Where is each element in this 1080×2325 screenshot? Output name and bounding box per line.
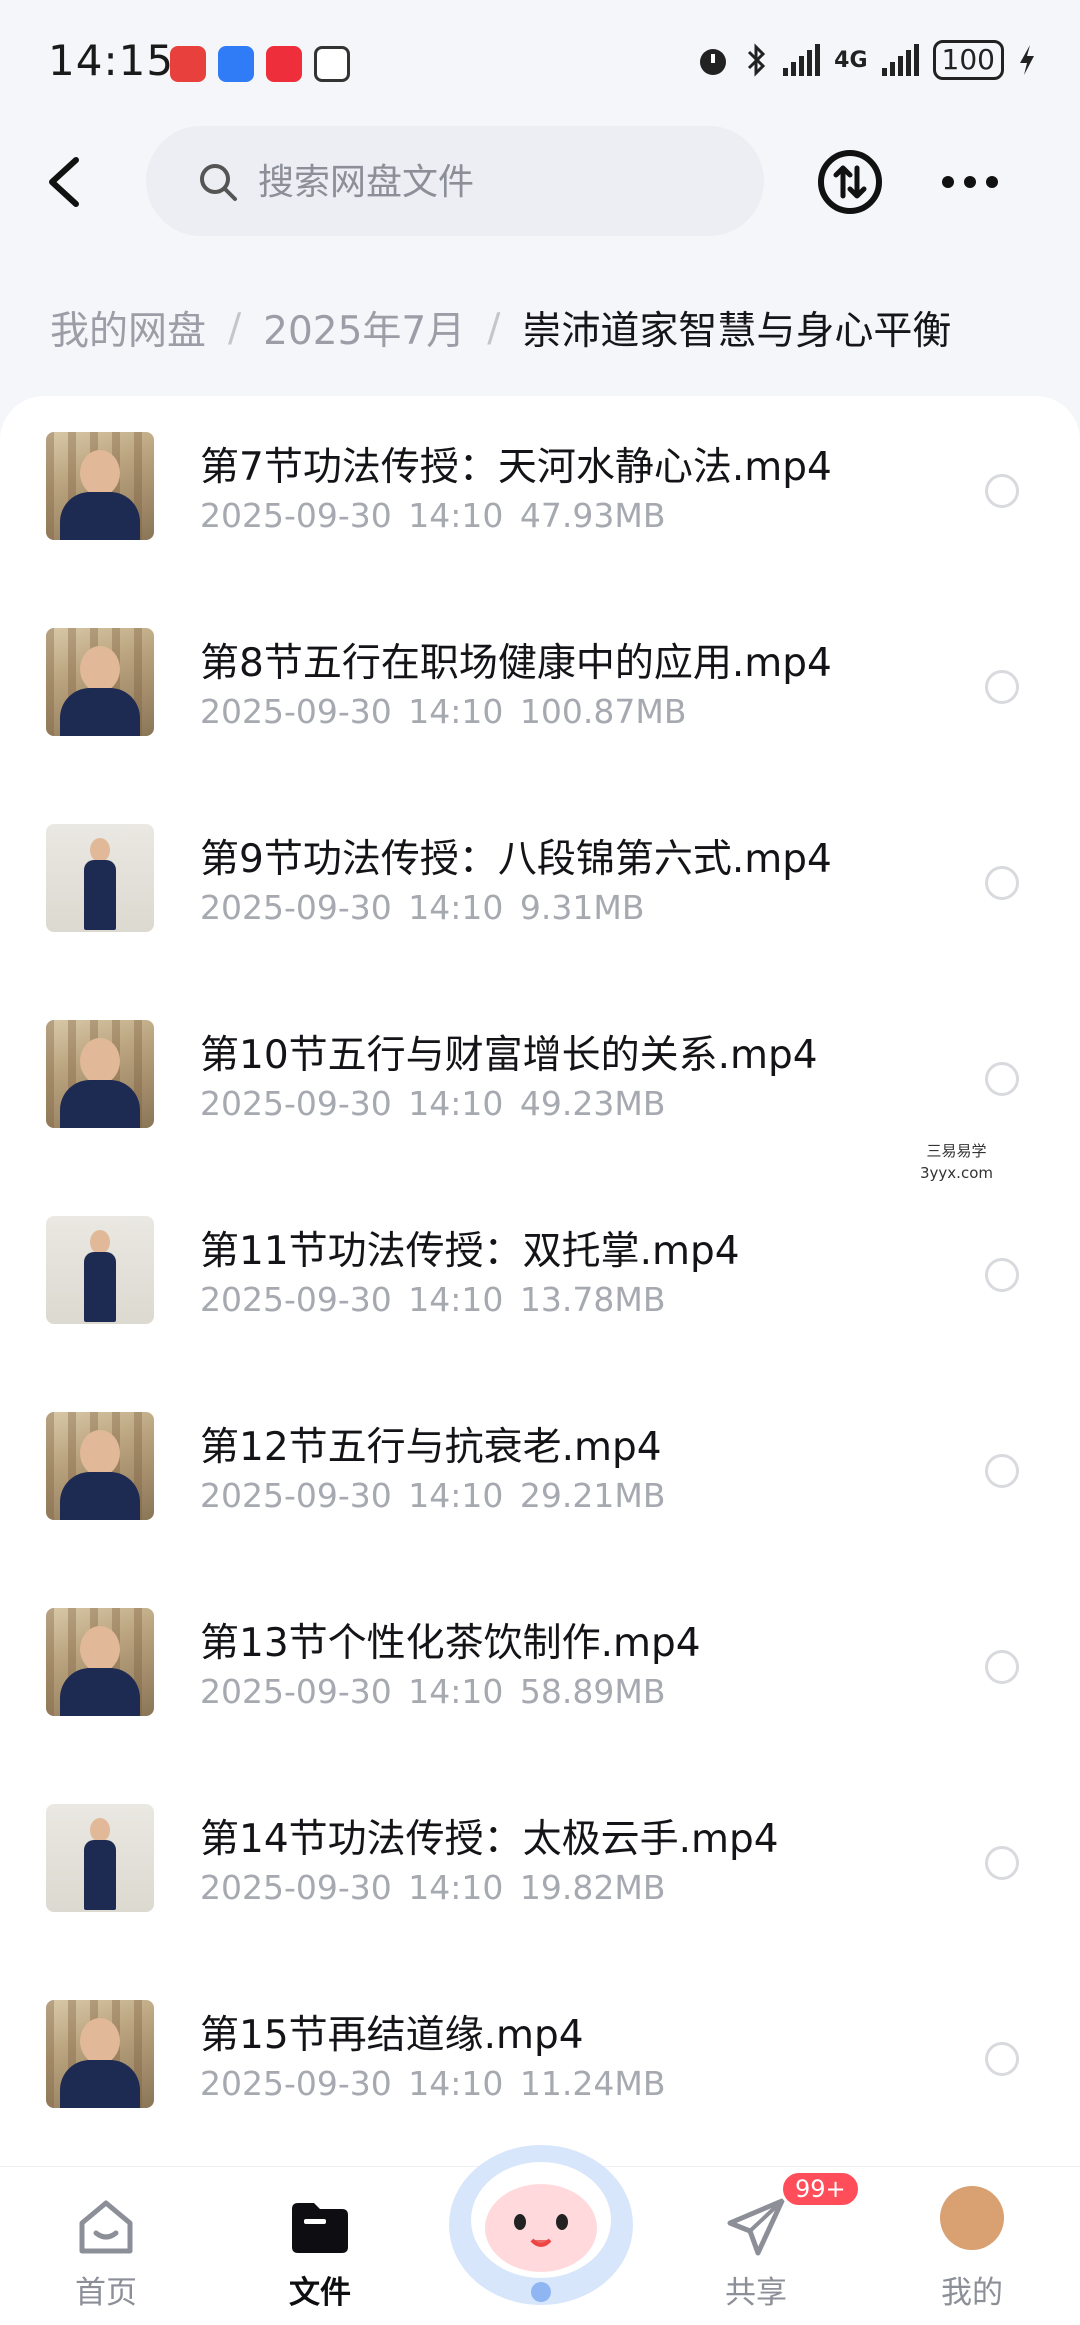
video-thumbnail [46,432,154,540]
video-thumbnail [46,1020,154,1128]
video-thumbnail [46,1412,154,1520]
search-input[interactable] [256,126,740,238]
file-meta: 2025-09-30 14:10 47.93MB [200,496,666,535]
file-meta: 2025-09-30 14:10 11.24MB [200,2064,666,2103]
charging-icon [1020,45,1034,75]
file-meta: 2025-09-30 14:10 49.23MB [200,1084,666,1123]
send-icon [727,2198,785,2256]
video-thumbnail [46,1216,154,1324]
avatar[interactable] [940,2186,1004,2250]
top-bar [0,120,1080,250]
network-type: 4G [834,47,868,73]
home-icon [79,2200,133,2254]
select-checkbox[interactable] [985,2042,1019,2076]
app-notification-icon [218,46,254,82]
file-row[interactable]: 第8节五行在职场健康中的应用.mp4 2025-09-30 14:10 100.… [0,592,1080,788]
file-meta: 2025-09-30 14:10 13.78MB [200,1280,666,1319]
select-checkbox[interactable] [985,1846,1019,1880]
file-name: 第12节五行与抗衰老.mp4 [200,1425,662,1470]
file-name: 第14节功法传授：太极云手.mp4 [200,1817,779,1862]
file-name: 第15节再结道缘.mp4 [200,2013,584,2058]
tab-home-label: 首页 [75,2275,137,2311]
file-meta: 2025-09-30 14:10 9.31MB [200,888,645,927]
alarm-icon [700,49,727,75]
select-checkbox[interactable] [985,670,1019,704]
status-time: 14:15 [48,36,175,85]
folder-icon [292,2203,348,2253]
search-bar[interactable] [146,126,764,238]
video-thumbnail [46,628,154,736]
app-notification-icon [266,46,302,82]
file-meta: 2025-09-30 14:10 100.87MB [200,692,687,731]
bluetooth-icon [748,43,766,77]
breadcrumb: 我的网盘 / 2025年7月 / 崇沛道家智慧与身心平衡 [50,298,951,358]
transfer-icon[interactable] [816,148,884,216]
select-checkbox[interactable] [985,866,1019,900]
tab-home[interactable]: 首页 [36,2191,176,2311]
file-row[interactable]: 第10节五行与财富增长的关系.mp4 2025-09-30 14:10 49.2… [0,984,1080,1180]
file-row[interactable]: 第7节功法传授：天河水静心法.mp4 2025-09-30 14:10 47.9… [0,396,1080,592]
status-icons: 4G 100 [695,40,1036,80]
mascot-icon[interactable] [436,2110,646,2310]
search-icon [200,164,237,201]
share-badge: 99+ [780,2170,861,2208]
video-thumbnail [46,824,154,932]
tab-mine-label: 我的 [941,2275,1003,2311]
more-options-icon[interactable] [940,170,1000,194]
video-thumbnail [46,1608,154,1716]
select-checkbox[interactable] [985,1454,1019,1488]
file-name: 第13节个性化茶饮制作.mp4 [200,1621,701,1666]
breadcrumb-separator: / [487,305,501,351]
video-thumbnail [46,2000,154,2108]
file-meta: 2025-09-30 14:10 19.82MB [200,1868,666,1907]
video-thumbnail [46,1804,154,1912]
breadcrumb-current: 崇沛道家智慧与身心平衡 [522,309,952,354]
signal-icon [881,44,919,76]
tab-files-label: 文件 [289,2275,351,2311]
tab-share[interactable]: 共享 [686,2191,826,2311]
select-checkbox[interactable] [985,474,1019,508]
tab-share-label: 共享 [725,2275,787,2311]
signal-icon [783,44,821,76]
file-row[interactable]: 第13节个性化茶饮制作.mp4 2025-09-30 14:10 58.89MB [0,1572,1080,1768]
battery-level: 100 [932,40,1004,80]
tab-files[interactable]: 文件 [250,2191,390,2311]
file-meta: 2025-09-30 14:10 58.89MB [200,1672,666,1711]
file-row[interactable]: 第9节功法传授：八段锦第六式.mp4 2025-09-30 14:10 9.31… [0,788,1080,984]
watermark: 三易易学 3yyx.com [920,1142,993,1182]
file-name: 第11节功法传授：双托掌.mp4 [200,1229,740,1274]
file-row[interactable]: 第12节五行与抗衰老.mp4 2025-09-30 14:10 29.21MB [0,1376,1080,1572]
select-checkbox[interactable] [985,1062,1019,1096]
file-name: 第8节五行在职场健康中的应用.mp4 [200,641,832,686]
file-name: 第9节功法传授：八段锦第六式.mp4 [200,837,832,882]
select-checkbox[interactable] [985,1258,1019,1292]
file-row[interactable]: 第14节功法传授：太极云手.mp4 2025-09-30 14:10 19.82… [0,1768,1080,1964]
app-notification-icon [170,46,206,82]
file-name: 第7节功法传授：天河水静心法.mp4 [200,445,832,490]
status-bar: 14:15 4G 100 [0,0,1080,120]
file-row[interactable]: 第11节功法传授：双托掌.mp4 2025-09-30 14:10 13.78M… [0,1180,1080,1376]
breadcrumb-root[interactable]: 我的网盘 [50,300,206,356]
nfc-icon [314,46,350,82]
breadcrumb-separator: / [228,305,242,351]
select-checkbox[interactable] [985,1650,1019,1684]
file-meta: 2025-09-30 14:10 29.21MB [200,1476,666,1515]
back-icon[interactable] [36,152,96,212]
breadcrumb-folder[interactable]: 2025年7月 [263,300,465,356]
file-list: 第7节功法传授：天河水静心法.mp4 2025-09-30 14:10 47.9… [0,396,1080,2166]
file-name: 第10节五行与财富增长的关系.mp4 [200,1033,818,1078]
